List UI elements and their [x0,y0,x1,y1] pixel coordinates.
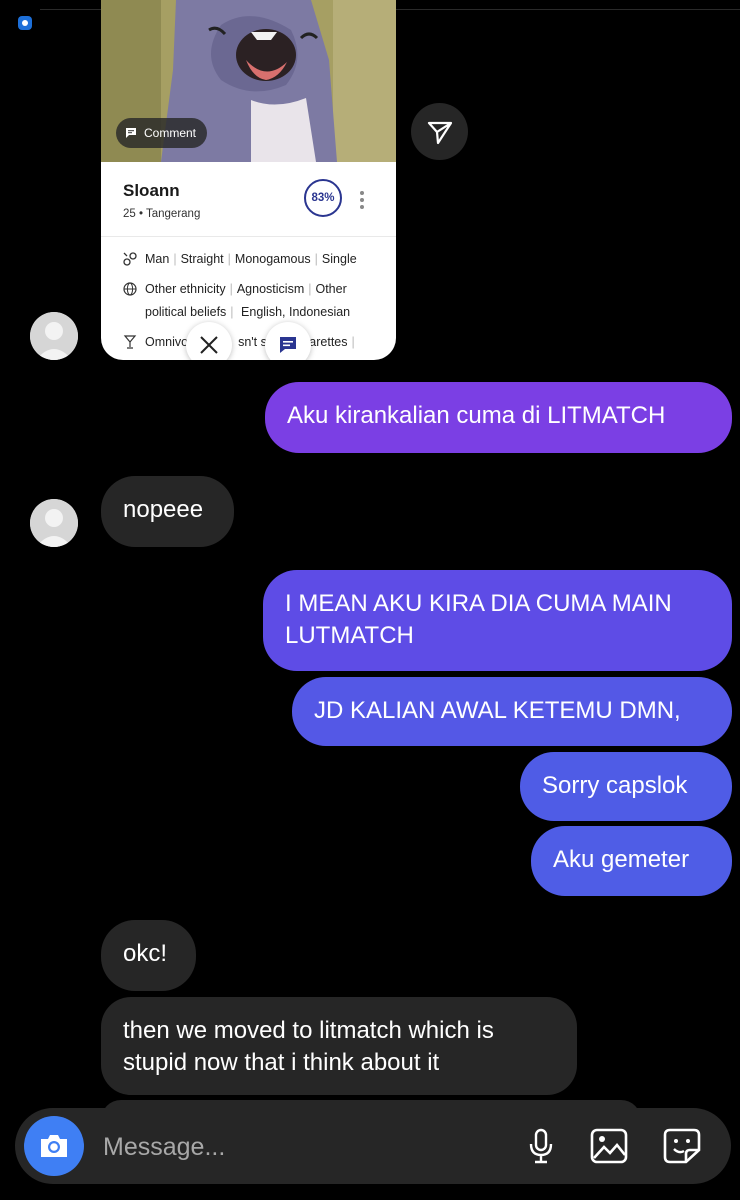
incoming-message[interactable]: okc! [101,920,196,991]
cocktail-icon [123,335,137,349]
tag: Single [321,252,357,266]
comment-label: Comment [144,126,197,140]
tag: Omnivo [145,335,189,349]
tag-separator: | [227,252,231,266]
incoming-message[interactable]: nopeee [101,476,234,547]
sticker-icon [663,1128,701,1164]
tag-separator: | [229,282,233,296]
sender-avatar[interactable] [30,312,78,360]
gallery-icon [590,1128,628,1164]
match-percent-badge: 83% [304,179,342,217]
tag: Other ethnicity [145,282,226,296]
tag: Agnosticism [236,282,305,296]
default-avatar-icon [30,312,78,360]
tag: Monogamous [234,252,311,266]
background-tags-row-continued: political beliefs | English, Indonesian [145,305,350,319]
incoming-message[interactable]: then we moved to litmatch which is stupi… [101,997,577,1095]
tag: political beliefs [145,305,227,319]
comment-button[interactable]: Comment [116,118,208,148]
lifestyle-tags-row: Omnivo sn't sm arettes | [123,331,359,354]
status-app-icon [18,16,32,30]
profile-age-location: 25 • Tangerang [123,208,201,220]
outgoing-message[interactable]: Aku kirankalian cuma di LITMATCH [265,382,732,453]
tag-separator: | [308,282,312,296]
tag: Other [315,282,347,296]
camera-icon [41,1135,67,1157]
profile-name: Sloann [123,181,180,200]
shared-profile-card[interactable]: Comment Sloann 25 • Tangerang 83% Man | S… [101,0,396,360]
paper-plane-icon [427,121,452,144]
camera-button[interactable] [24,1116,84,1176]
outgoing-message[interactable]: Aku gemeter [531,826,732,896]
message-input[interactable] [101,1126,485,1168]
tag-separator: | [314,252,318,266]
globe-icon [123,282,137,296]
tag: arettes [309,335,348,349]
tag-separator: | [173,252,177,266]
default-avatar-icon [30,499,78,547]
gallery-button[interactable] [588,1125,630,1167]
outgoing-message[interactable]: Sorry capslok [520,752,732,821]
tag-separator: | [230,305,234,319]
tag: English, Indonesian [241,305,351,319]
voice-button[interactable] [520,1125,562,1167]
outgoing-message[interactable]: JD KALIAN AWAL KETEMU DMN, [292,677,732,746]
message-composer [15,1108,731,1184]
tag: Straight [180,252,224,266]
sender-avatar[interactable] [30,499,78,547]
microphone-icon [529,1128,553,1164]
outgoing-message[interactable]: I MEAN AKU KIRA DIA CUMA MAIN LUTMATCH [263,570,732,671]
tag: Man [145,252,170,266]
chat-icon [280,337,296,353]
background-tags-row: Other ethnicity | Agnosticism | Other [123,278,347,301]
gender-icon [123,252,137,266]
sticker-button[interactable] [661,1125,703,1167]
message-button[interactable] [265,322,311,360]
tag-separator: | [351,335,355,349]
identity-tags-row: Man | Straight | Monogamous | Single [123,248,357,271]
close-icon [200,336,218,354]
more-options-icon[interactable] [357,190,367,210]
profile-photo: Comment [101,0,396,162]
dismiss-button[interactable] [186,322,232,360]
comment-icon [126,128,136,138]
share-button[interactable] [411,103,468,160]
card-divider [101,236,396,237]
